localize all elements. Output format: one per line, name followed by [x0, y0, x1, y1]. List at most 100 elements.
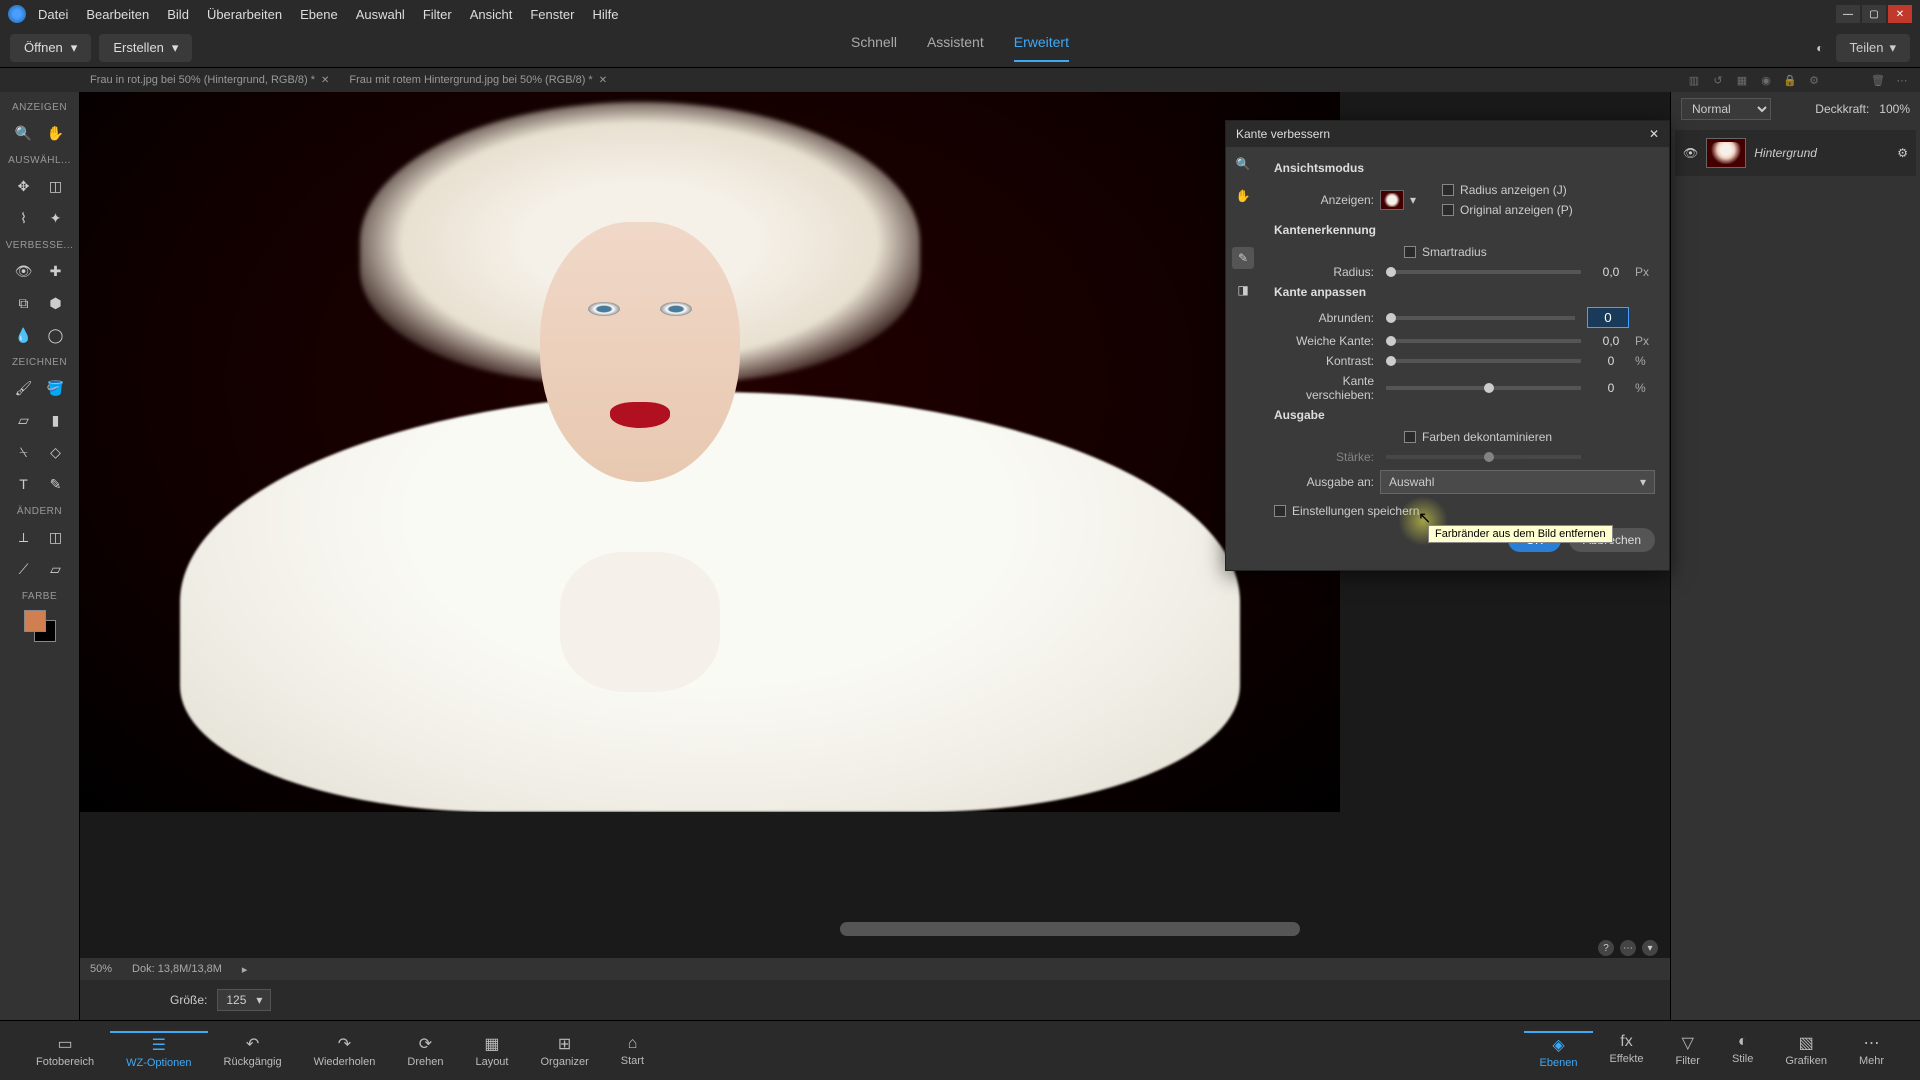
bottom-wiederholen[interactable]: ↷Wiederholen [298, 1034, 392, 1068]
move-tool-icon[interactable]: ✥ [12, 174, 36, 198]
bottom-start[interactable]: ⌂Start [605, 1035, 660, 1067]
transform-tool-icon[interactable]: ◫ [44, 525, 68, 549]
bottom-stile[interactable]: ◐Stile [1716, 1033, 1769, 1069]
menu-filter[interactable]: Filter [423, 7, 452, 22]
decontaminate-checkbox[interactable] [1404, 431, 1416, 443]
doc-tab-2[interactable]: Frau mit rotem Hintergrund.jpg bei 50% (… [339, 70, 617, 90]
shift-value[interactable]: 0 [1593, 381, 1629, 395]
dialog-erase-brush-icon[interactable]: ◨ [1232, 279, 1254, 301]
view-thumbnail[interactable] [1380, 190, 1404, 210]
size-dropdown[interactable]: 125 ▾ [217, 989, 271, 1011]
lasso-tool-icon[interactable]: ⌇ [12, 206, 36, 230]
bottom-layout[interactable]: ▦Layout [459, 1034, 524, 1068]
layer-settings-icon[interactable]: ⚙ [1897, 146, 1908, 160]
bucket-tool-icon[interactable]: 🪣 [44, 376, 68, 400]
share-button[interactable]: Teilen▾ [1836, 34, 1911, 62]
bottom-ebenen[interactable]: ◈Ebenen [1524, 1031, 1594, 1069]
gradient-tool-icon[interactable]: ▮ [44, 408, 68, 432]
lock-icon[interactable]: 🔒 [1782, 72, 1798, 88]
show-original-checkbox[interactable] [1442, 204, 1454, 216]
minimize-button[interactable]: — [1836, 5, 1860, 23]
status-chevron-icon[interactable]: ▸ [242, 963, 248, 976]
foreground-color-icon[interactable] [24, 610, 46, 632]
smooth-input[interactable] [1587, 307, 1629, 328]
chevron-down-icon[interactable]: ▾ [1642, 940, 1658, 956]
dialog-zoom-tool-icon[interactable]: 🔍 [1232, 153, 1254, 175]
close-icon[interactable]: ✕ [599, 75, 607, 86]
remember-settings-checkbox[interactable] [1274, 505, 1286, 517]
marquee-tool-icon[interactable]: ◫ [44, 174, 68, 198]
bottom-rueckgaengig[interactable]: ↶Rückgängig [208, 1034, 298, 1068]
straighten-tool-icon[interactable]: ⟋ [12, 557, 36, 581]
save-icon[interactable]: ▥ [1686, 72, 1702, 88]
close-icon[interactable]: ✕ [1649, 127, 1659, 141]
theme-toggle-icon[interactable]: ◐ [1816, 41, 1823, 55]
bottom-mehr[interactable]: ⋯Mehr [1843, 1033, 1900, 1069]
menu-bild[interactable]: Bild [167, 7, 189, 22]
crop-tool-icon[interactable]: ⟂ [12, 525, 36, 549]
menu-fenster[interactable]: Fenster [530, 7, 574, 22]
menu-ueberarbeiten[interactable]: Überarbeiten [207, 7, 282, 22]
dialog-titlebar[interactable]: Kante verbessern ✕ [1226, 121, 1669, 147]
mask-icon[interactable]: ◉ [1758, 72, 1774, 88]
create-button[interactable]: Erstellen▾ [99, 34, 192, 62]
shape-tool-icon[interactable]: ◇ [44, 440, 68, 464]
bottom-fotobereich[interactable]: ▭Fotobereich [20, 1034, 110, 1068]
menu-ebene[interactable]: Ebene [300, 7, 338, 22]
clone-tool-icon[interactable]: ⧉ [12, 291, 36, 315]
feather-slider[interactable] [1386, 339, 1581, 343]
menu-datei[interactable]: Datei [38, 7, 68, 22]
bottom-organizer[interactable]: ⊞Organizer [524, 1034, 604, 1068]
canvas-image[interactable] [80, 92, 1340, 812]
close-icon[interactable]: ✕ [321, 75, 329, 86]
more-icon[interactable]: ⋯ [1894, 72, 1910, 88]
stamp-tool-icon[interactable]: ⬢ [44, 291, 68, 315]
fx-icon[interactable]: ⚙ [1806, 72, 1822, 88]
zoom-tool-icon[interactable]: 🔍 [12, 121, 36, 145]
tab-erweitert[interactable]: Erweitert [1014, 34, 1069, 62]
help-icon[interactable]: ? [1598, 940, 1614, 956]
wand-tool-icon[interactable]: ✦ [44, 206, 68, 230]
feather-value[interactable]: 0,0 [1593, 334, 1629, 348]
layer-row[interactable]: 👁 Hintergrund ⚙ [1675, 130, 1916, 176]
menu-bearbeiten[interactable]: Bearbeiten [86, 7, 149, 22]
output-to-dropdown[interactable]: Auswahl ▾ [1380, 470, 1655, 494]
eye-tool-icon[interactable]: 👁 [12, 259, 36, 283]
bottom-filter[interactable]: ▽Filter [1660, 1033, 1716, 1069]
text-tool-icon[interactable]: T [12, 472, 36, 496]
picker-tool-icon[interactable]: ⍀ [12, 440, 36, 464]
tab-assistent[interactable]: Assistent [927, 34, 984, 62]
radius-value[interactable]: 0,0 [1593, 265, 1629, 279]
new-layer-icon[interactable]: ▦ [1734, 72, 1750, 88]
eraser-tool-icon[interactable]: ▱ [12, 408, 36, 432]
bottom-wz-optionen[interactable]: ☰WZ-Optionen [110, 1031, 207, 1069]
color-swatch[interactable] [24, 610, 56, 642]
maximize-button[interactable]: ▢ [1862, 5, 1886, 23]
sponge-tool-icon[interactable]: ◯ [44, 323, 68, 347]
pen-tool-icon[interactable]: ✎ [44, 472, 68, 496]
trash-icon[interactable]: 🗑 [1870, 72, 1886, 88]
visibility-icon[interactable]: 👁 [1683, 146, 1698, 160]
menu-auswahl[interactable]: Auswahl [356, 7, 405, 22]
radius-slider[interactable] [1386, 270, 1581, 274]
blur-tool-icon[interactable]: 💧 [12, 323, 36, 347]
bottom-effekte[interactable]: fxEffekte [1593, 1033, 1659, 1069]
history-icon[interactable]: ↺ [1710, 72, 1726, 88]
chevron-down-icon[interactable]: ▾ [1410, 193, 1416, 207]
bottom-grafiken[interactable]: ▧Grafiken [1769, 1033, 1843, 1069]
smart-radius-checkbox[interactable] [1404, 246, 1416, 258]
open-button[interactable]: Öffnen▾ [10, 34, 91, 62]
contrast-slider[interactable] [1386, 359, 1581, 363]
heal-tool-icon[interactable]: ✚ [44, 259, 68, 283]
shift-slider[interactable] [1386, 386, 1581, 390]
horizontal-scrollbar[interactable] [840, 922, 1300, 936]
layer-thumbnail[interactable] [1706, 138, 1746, 168]
menu-ansicht[interactable]: Ansicht [470, 7, 513, 22]
show-radius-checkbox[interactable] [1442, 184, 1454, 196]
bottom-drehen[interactable]: ⟳Drehen [391, 1034, 459, 1068]
dialog-hand-tool-icon[interactable]: ✋ [1232, 185, 1254, 207]
hand-tool-icon[interactable]: ✋ [44, 121, 68, 145]
menu-hilfe[interactable]: Hilfe [592, 7, 618, 22]
brush-tool-icon[interactable]: 🖌 [12, 376, 36, 400]
tab-schnell[interactable]: Schnell [851, 34, 897, 62]
